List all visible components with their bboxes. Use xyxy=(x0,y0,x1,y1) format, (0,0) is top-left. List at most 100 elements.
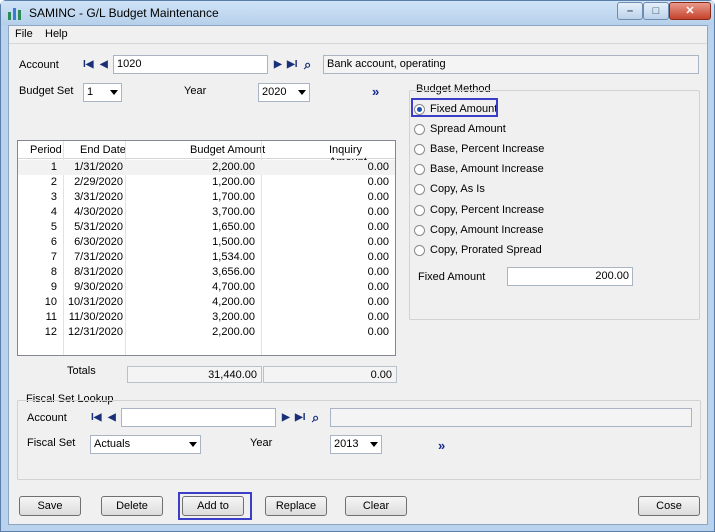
cell-period: 7 xyxy=(50,251,57,263)
close-icon: ✕ xyxy=(685,5,695,17)
cell-period: 4 xyxy=(50,206,57,218)
budget-method-group: Fixed Amount Spread Amount Base, Percent… xyxy=(409,90,700,320)
total-inquiry-amount: 0.00 xyxy=(263,366,397,383)
maximize-icon: □ xyxy=(652,5,660,17)
next-record-icon[interactable]: ▶ xyxy=(282,412,290,423)
close-window-button[interactable]: ✕ xyxy=(669,2,711,20)
delete-button[interactable]: Delete xyxy=(101,496,163,516)
chevron-down-icon xyxy=(110,90,118,95)
clear-button[interactable]: Clear xyxy=(345,496,407,516)
minimize-button[interactable]: – xyxy=(617,2,643,20)
budget-set-select[interactable]: 1 xyxy=(83,83,122,102)
fiscal-account-input[interactable] xyxy=(121,408,276,427)
cell-inquiry-amount: 0.00 xyxy=(367,191,389,203)
budget-set-value: 1 xyxy=(87,86,94,98)
radio-copy-percent[interactable]: Copy, Percent Increase xyxy=(410,203,570,219)
radio-spread-amount[interactable]: Spread Amount xyxy=(410,122,570,138)
fiscal-set-select[interactable]: Actuals xyxy=(90,435,201,454)
column-period[interactable]: Period xyxy=(30,144,62,156)
focus-highlight xyxy=(178,492,252,520)
radio-label: Base, Percent Increase xyxy=(430,143,545,155)
table-row[interactable]: 6 6/30/2020 1,500.00 0.00 xyxy=(18,235,395,250)
cell-period: 9 xyxy=(50,281,57,293)
radio-label: Copy, Percent Increase xyxy=(430,204,545,216)
last-record-icon[interactable]: ▶I xyxy=(295,412,305,423)
table-row[interactable]: 8 8/31/2020 3,656.00 0.00 xyxy=(18,265,395,280)
radio-copy-prorated[interactable]: Copy, Prorated Spread xyxy=(410,243,570,259)
budget-set-label: Budget Set xyxy=(19,85,74,97)
menu-help[interactable]: Help xyxy=(45,28,68,40)
column-end-date[interactable]: End Date xyxy=(80,144,126,156)
fiscal-year-label: Year xyxy=(250,437,273,449)
maximize-button[interactable]: □ xyxy=(643,2,669,20)
chevron-down-icon xyxy=(298,90,306,95)
radio-base-percent[interactable]: Base, Percent Increase xyxy=(410,142,570,158)
finder-icon[interactable]: ⌕ xyxy=(312,410,319,426)
last-record-icon[interactable]: ▶I xyxy=(287,59,297,70)
radio-dot xyxy=(414,205,425,216)
cell-period: 8 xyxy=(50,266,57,278)
column-budget-amount[interactable]: Budget Amount xyxy=(190,144,265,156)
table-row[interactable]: 10 10/31/2020 4,200.00 0.00 xyxy=(18,295,395,310)
cell-budget-amount: 3,700.00 xyxy=(212,206,255,218)
cell-inquiry-amount: 0.00 xyxy=(367,281,389,293)
first-record-icon[interactable]: I◀ xyxy=(91,412,101,423)
chevron-down-icon xyxy=(370,442,378,447)
go-arrow-icon[interactable]: » xyxy=(372,84,379,99)
fixed-amount-label: Fixed Amount xyxy=(418,271,486,283)
radio-copy-as-is[interactable]: Copy, As Is xyxy=(410,182,570,198)
cell-period: 11 xyxy=(45,311,57,323)
cell-budget-amount: 1,500.00 xyxy=(212,236,255,248)
grid-header: Period End Date Budget Amount Inquiry Am… xyxy=(18,141,395,168)
cell-inquiry-amount: 0.00 xyxy=(367,176,389,188)
table-row[interactable]: 1 1/31/2020 2,200.00 0.00 xyxy=(18,160,395,175)
radio-copy-amount[interactable]: Copy, Amount Increase xyxy=(410,223,570,239)
prev-record-icon[interactable]: ◀ xyxy=(108,412,116,423)
table-row[interactable]: 12 12/31/2020 2,200.00 0.00 xyxy=(18,325,395,340)
radio-label: Copy, Prorated Spread xyxy=(430,244,542,256)
menu-file[interactable]: File xyxy=(15,28,33,40)
radio-label: Copy, As Is xyxy=(430,183,485,195)
cell-end-date: 9/30/2020 xyxy=(74,281,123,293)
chevron-down-icon xyxy=(189,442,197,447)
radio-dot xyxy=(414,124,425,135)
budget-grid[interactable]: Period End Date Budget Amount Inquiry Am… xyxy=(17,140,396,356)
cell-budget-amount: 1,650.00 xyxy=(212,221,255,233)
cell-end-date: 2/29/2020 xyxy=(74,176,123,188)
table-row[interactable]: 11 11/30/2020 3,200.00 0.00 xyxy=(18,310,395,325)
finder-icon[interactable]: ⌕ xyxy=(304,57,311,73)
cell-inquiry-amount: 0.00 xyxy=(367,311,389,323)
save-button[interactable]: Save xyxy=(19,496,81,516)
prev-record-icon[interactable]: ◀ xyxy=(100,59,108,70)
cell-inquiry-amount: 0.00 xyxy=(367,221,389,233)
total-budget-amount: 31,440.00 xyxy=(127,366,262,383)
first-record-icon[interactable]: I◀ xyxy=(83,59,93,70)
cell-budget-amount: 1,534.00 xyxy=(212,251,255,263)
table-row[interactable]: 9 9/30/2020 4,700.00 0.00 xyxy=(18,280,395,295)
cell-budget-amount: 2,200.00 xyxy=(212,161,255,173)
year-select[interactable]: 2020 xyxy=(258,83,310,102)
radio-label: Spread Amount xyxy=(430,123,506,135)
table-row[interactable]: 5 5/31/2020 1,650.00 0.00 xyxy=(18,220,395,235)
cell-inquiry-amount: 0.00 xyxy=(367,326,389,338)
close-button[interactable]: Cose xyxy=(638,496,700,516)
cell-inquiry-amount: 0.00 xyxy=(367,236,389,248)
cell-budget-amount: 1,200.00 xyxy=(212,176,255,188)
table-row[interactable]: 4 4/30/2020 3,700.00 0.00 xyxy=(18,205,395,220)
go-arrow-icon[interactable]: » xyxy=(438,438,445,453)
table-row[interactable]: 3 3/31/2020 1,700.00 0.00 xyxy=(18,190,395,205)
table-row[interactable]: 2 2/29/2020 1,200.00 0.00 xyxy=(18,175,395,190)
fiscal-account-description xyxy=(330,408,692,427)
fiscal-year-select[interactable]: 2013 xyxy=(330,435,382,454)
cell-inquiry-amount: 0.00 xyxy=(367,161,389,173)
focus-highlight xyxy=(411,98,498,117)
cell-period: 3 xyxy=(50,191,57,203)
fixed-amount-input[interactable]: 200.00 xyxy=(507,267,633,286)
table-row[interactable]: 7 7/31/2020 1,534.00 0.00 xyxy=(18,250,395,265)
radio-base-amount[interactable]: Base, Amount Increase xyxy=(410,162,570,178)
menu-bar: File Help xyxy=(9,26,707,44)
account-input[interactable]: 1020 xyxy=(113,55,268,74)
next-record-icon[interactable]: ▶ xyxy=(274,59,282,70)
cell-period: 2 xyxy=(50,176,57,188)
replace-button[interactable]: Replace xyxy=(265,496,327,516)
